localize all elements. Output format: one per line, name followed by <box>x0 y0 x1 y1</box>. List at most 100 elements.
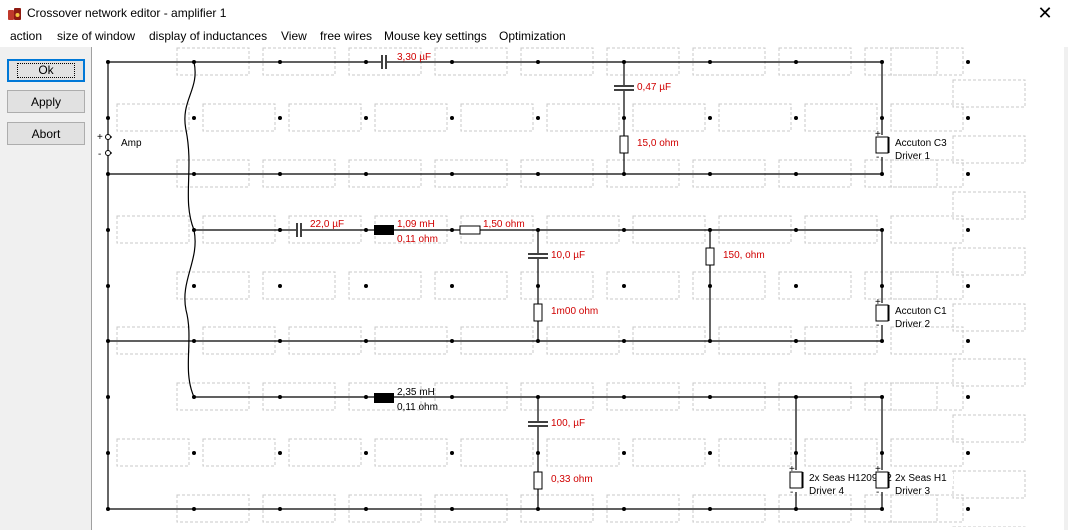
component-slot[interactable] <box>374 103 448 132</box>
grid-node[interactable] <box>880 60 884 64</box>
grid-node[interactable] <box>106 395 110 399</box>
grid-node[interactable] <box>880 284 884 288</box>
component-slot[interactable] <box>116 438 190 467</box>
grid-node[interactable] <box>192 116 196 120</box>
grid-node[interactable] <box>364 116 368 120</box>
component-slot[interactable] <box>348 271 422 300</box>
grid-node[interactable] <box>450 228 454 232</box>
grid-node[interactable] <box>192 228 196 232</box>
grid-node[interactable] <box>278 507 282 511</box>
component-slot[interactable] <box>952 247 1026 276</box>
grid-node[interactable] <box>364 60 368 64</box>
grid-node[interactable] <box>794 116 798 120</box>
grid-node[interactable] <box>622 451 626 455</box>
menu-optimization[interactable]: Optimization <box>499 29 566 43</box>
schematic-canvas[interactable]: + - Amp 3,30 µF 0,47 µF 15,0 ohm + - Acc… <box>92 47 1064 527</box>
grid-node[interactable] <box>192 60 196 64</box>
component-slot[interactable] <box>262 271 336 300</box>
component-slot[interactable] <box>202 103 276 132</box>
grid-node[interactable] <box>278 339 282 343</box>
grid-node[interactable] <box>192 395 196 399</box>
grid-node[interactable] <box>192 284 196 288</box>
menu-size-of-window[interactable]: size of window <box>57 29 135 43</box>
component-slot[interactable] <box>288 103 362 132</box>
grid-node[interactable] <box>450 395 454 399</box>
grid-node[interactable] <box>966 339 970 343</box>
component-slot[interactable] <box>546 438 620 467</box>
grid-node[interactable] <box>794 451 798 455</box>
menu-display-of-inductances[interactable]: display of inductances <box>149 29 267 43</box>
grid-node[interactable] <box>708 172 712 176</box>
grid-node[interactable] <box>880 507 884 511</box>
menu-action[interactable]: action <box>10 29 42 43</box>
grid-node[interactable] <box>106 116 110 120</box>
component-slot[interactable] <box>952 414 1026 443</box>
menu-view[interactable]: View <box>281 29 307 43</box>
grid-node[interactable] <box>364 172 368 176</box>
component-slot[interactable] <box>890 103 964 132</box>
component-slot[interactable] <box>890 494 964 523</box>
grid-node[interactable] <box>794 395 798 399</box>
grid-node[interactable] <box>450 60 454 64</box>
grid-node[interactable] <box>966 284 970 288</box>
grid-node[interactable] <box>794 228 798 232</box>
grid-node[interactable] <box>794 60 798 64</box>
grid-node[interactable] <box>622 284 626 288</box>
inductor-l1[interactable]: 1,09 mH 0,11 ohm <box>374 219 438 245</box>
resistor-r1[interactable]: 15,0 ohm <box>619 135 679 154</box>
grid-node[interactable] <box>364 284 368 288</box>
grid-node[interactable] <box>106 172 110 176</box>
component-slot[interactable] <box>632 103 706 132</box>
grid-node[interactable] <box>966 116 970 120</box>
component-slot[interactable] <box>890 326 964 355</box>
grid-node[interactable] <box>278 395 282 399</box>
grid-node[interactable] <box>192 507 196 511</box>
component-slot[interactable] <box>460 103 534 132</box>
grid-node[interactable] <box>536 339 540 343</box>
capacitor-c1[interactable]: 3,30 µF <box>381 52 431 69</box>
component-slot[interactable] <box>890 382 964 411</box>
component-slot[interactable] <box>952 135 1026 164</box>
grid-node[interactable] <box>278 451 282 455</box>
component-slot[interactable] <box>804 103 878 132</box>
grid-node[interactable] <box>192 172 196 176</box>
grid-node[interactable] <box>106 451 110 455</box>
grid-node[interactable] <box>106 339 110 343</box>
component-slot[interactable] <box>374 438 448 467</box>
component-slot[interactable] <box>546 103 620 132</box>
capacitor-c4[interactable]: 10,0 µF <box>528 250 585 261</box>
component-slot[interactable] <box>890 271 964 300</box>
grid-node[interactable] <box>622 116 626 120</box>
component-slot[interactable] <box>804 438 878 467</box>
grid-node[interactable] <box>192 451 196 455</box>
grid-node[interactable] <box>364 395 368 399</box>
grid-node[interactable] <box>708 507 712 511</box>
grid-node[interactable] <box>450 507 454 511</box>
grid-node[interactable] <box>708 228 712 232</box>
capacitor-c5[interactable]: 100, µF <box>528 418 585 429</box>
grid-node[interactable] <box>536 172 540 176</box>
grid-node[interactable] <box>880 172 884 176</box>
grid-node[interactable] <box>880 228 884 232</box>
resistor-r5[interactable]: 0,33 ohm <box>533 471 593 490</box>
grid-node[interactable] <box>708 116 712 120</box>
grid-node[interactable] <box>536 60 540 64</box>
component-slot[interactable] <box>952 470 1026 499</box>
component-slot[interactable] <box>632 438 706 467</box>
grid-node[interactable] <box>622 507 626 511</box>
component-slot[interactable] <box>460 438 534 467</box>
component-slot[interactable] <box>890 438 964 467</box>
menu-free-wires[interactable]: free wires <box>320 29 372 43</box>
grid-node[interactable] <box>622 172 626 176</box>
grid-node[interactable] <box>794 507 798 511</box>
component-slot[interactable] <box>692 271 766 300</box>
grid-node[interactable] <box>966 395 970 399</box>
grid-node[interactable] <box>106 60 110 64</box>
grid-node[interactable] <box>364 339 368 343</box>
component-slot[interactable] <box>116 103 190 132</box>
grid-node[interactable] <box>536 451 540 455</box>
component-slot[interactable] <box>202 438 276 467</box>
capacitor-c2[interactable]: 0,47 µF <box>614 82 671 93</box>
grid-node[interactable] <box>450 172 454 176</box>
grid-node[interactable] <box>794 172 798 176</box>
